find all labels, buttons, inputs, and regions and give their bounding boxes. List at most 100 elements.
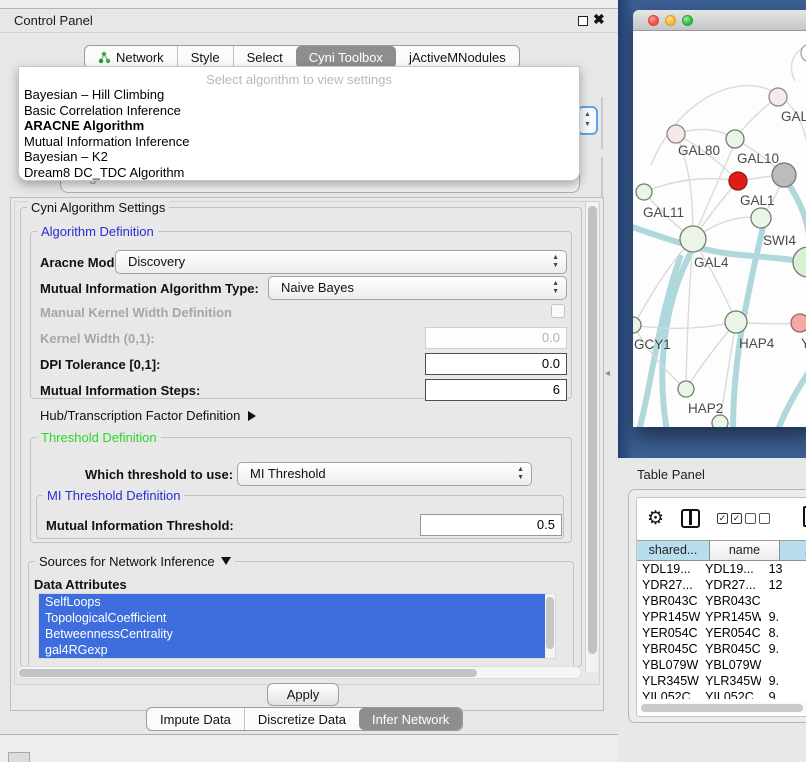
attribute-list-scrollbar[interactable] xyxy=(545,594,555,658)
cyni-algorithm-settings-title: Cyni Algorithm Settings xyxy=(27,200,169,215)
table-cell: YIL052C xyxy=(700,689,761,699)
table-row[interactable]: YDL19...YDL19...13 xyxy=(637,561,806,577)
control-panel-title: Control Panel xyxy=(14,13,93,28)
network-canvas[interactable]: GALGAL80GAL10GAL1GAL11SWI4GAL4GCY1HAP4YH… xyxy=(633,31,806,427)
network-node[interactable] xyxy=(678,381,694,397)
table-row[interactable]: YBR043CYBR043C xyxy=(637,593,806,609)
settings-horizontal-scrollbar[interactable] xyxy=(16,666,582,679)
window-zoom-icon[interactable] xyxy=(682,15,693,26)
checked-box-icon: ✓ xyxy=(717,513,728,524)
mi-type-label: Mutual Information Algorithm Type: xyxy=(40,281,259,296)
table-row[interactable]: YPR145WYPR145W9. xyxy=(637,609,806,625)
network-node[interactable] xyxy=(801,44,806,62)
desktop-background: GALGAL80GAL10GAL1GAL11SWI4GAL4GCY1HAP4YH… xyxy=(618,0,806,458)
split-columns-icon[interactable] xyxy=(681,509,700,528)
mi-steps-field[interactable]: 6 xyxy=(425,379,567,401)
table-cell: YBL079W xyxy=(637,657,700,673)
threshold-definition-title: Threshold Definition xyxy=(37,430,161,445)
dpi-tolerance-field[interactable]: 0.0 xyxy=(425,353,567,375)
aracne-mode-combo[interactable]: Discovery ▲▼ xyxy=(115,250,567,274)
table-row[interactable]: YBR045CYBR045C9. xyxy=(637,641,806,657)
scrollbar-thumb[interactable] xyxy=(641,704,803,712)
deselect-all-columns-button[interactable] xyxy=(745,513,770,524)
table-row[interactable]: YBL079WYBL079W xyxy=(637,657,806,673)
tab-cyni-toolbox[interactable]: Cyni Toolbox xyxy=(296,46,396,68)
algorithm-option[interactable]: Bayesian – Hill Climbing xyxy=(19,87,579,103)
algorithm-option[interactable]: Basic Correlation Inference xyxy=(19,103,579,119)
select-all-columns-button[interactable]: ✓ ✓ xyxy=(717,513,742,524)
kernel-width-field[interactable]: 0.0 xyxy=(425,327,567,349)
tab-select[interactable]: Select xyxy=(233,46,296,68)
attribute-list-item[interactable]: BetweennessCentrality xyxy=(39,626,555,642)
table-cell: YBR043C xyxy=(700,593,761,609)
split-pane-collapse-icon[interactable]: ◂ xyxy=(605,368,610,379)
mi-threshold-field[interactable]: 0.5 xyxy=(420,514,562,536)
network-node[interactable] xyxy=(636,184,652,200)
node-label: HAP2 xyxy=(688,401,723,416)
algorithm-option[interactable]: Bayesian – K2 xyxy=(19,149,579,165)
apply-button[interactable]: Apply xyxy=(267,683,339,706)
algorithm-option[interactable]: Dream8 DC_TDC Algorithm xyxy=(19,165,579,181)
table-cell: 9. xyxy=(761,673,806,689)
which-threshold-combo[interactable]: MI Threshold ▲▼ xyxy=(237,462,532,486)
network-node[interactable] xyxy=(667,125,685,143)
attribute-list-item[interactable]: TopologicalCoefficient xyxy=(39,610,555,626)
tab-discretize-data[interactable]: Discretize Data xyxy=(244,708,359,730)
groupbox-fragment xyxy=(601,157,603,197)
mi-type-combo[interactable]: Naive Bayes ▲▼ xyxy=(268,276,567,300)
scrollbar-thumb[interactable] xyxy=(588,206,597,654)
network-node[interactable] xyxy=(793,247,806,277)
dpi-tolerance-label: DPI Tolerance [0,1]: xyxy=(40,357,160,372)
network-node[interactable] xyxy=(726,130,744,148)
hub-definition-toggle[interactable]: Hub/Transcription Factor Definition xyxy=(40,408,256,423)
column-header[interactable]: shared... xyxy=(637,540,710,561)
table-row[interactable]: YIL052CYIL052C9. xyxy=(637,689,806,699)
tab-impute-data[interactable]: Impute Data xyxy=(147,708,244,730)
tab-jactivemnodules[interactable]: jActiveMNodules xyxy=(396,46,519,68)
tab-infer-network[interactable]: Infer Network xyxy=(359,708,462,730)
sources-group-title: Sources for Network Inference xyxy=(39,554,215,569)
table-horizontal-scrollbar[interactable] xyxy=(639,702,806,713)
network-window-titlebar[interactable] xyxy=(633,10,806,31)
table-cell: YDR27... xyxy=(700,577,761,593)
network-node[interactable] xyxy=(633,317,641,333)
column-header[interactable]: name xyxy=(710,540,780,561)
algorithm-combo-stepper[interactable]: ▲ ▼ xyxy=(577,106,598,135)
tab-network[interactable]: Network xyxy=(85,46,177,68)
network-node[interactable] xyxy=(729,172,747,190)
close-panel-icon[interactable]: ✖ xyxy=(593,11,605,28)
bottom-tabs: Impute DataDiscretize DataInfer Network xyxy=(146,707,463,731)
table-row[interactable]: YDR27...YDR27...12 xyxy=(637,577,806,593)
network-node[interactable] xyxy=(680,226,706,252)
network-node[interactable] xyxy=(769,88,787,106)
network-node[interactable] xyxy=(712,415,728,427)
window-close-icon[interactable] xyxy=(648,15,659,26)
scrollbar-thumb[interactable] xyxy=(19,669,477,677)
tab-style[interactable]: Style xyxy=(177,46,233,68)
table-row[interactable]: YER054CYER054C8. xyxy=(637,625,806,641)
algorithm-option[interactable]: ARACNE Algorithm xyxy=(19,118,579,134)
network-view-window[interactable]: GALGAL80GAL10GAL1GAL11SWI4GAL4GCY1HAP4YH… xyxy=(633,10,806,427)
scrollbar-thumb[interactable] xyxy=(546,597,554,649)
minimized-panel-icon[interactable] xyxy=(8,752,30,762)
attribute-list-item[interactable]: gal4RGexp xyxy=(39,642,555,658)
network-node[interactable] xyxy=(725,311,747,333)
attribute-list-item[interactable]: SelfLoops xyxy=(39,594,555,610)
gear-icon[interactable]: ⚙ xyxy=(647,507,664,530)
settings-vertical-scrollbar[interactable] xyxy=(585,202,598,672)
manual-kernel-checkbox[interactable] xyxy=(551,304,565,318)
table-row[interactable]: YLR345WYLR345W9. xyxy=(637,673,806,689)
collapsed-arrow-icon xyxy=(248,411,256,421)
mi-threshold-group-title: MI Threshold Definition xyxy=(43,488,184,503)
window-minimize-icon[interactable] xyxy=(665,15,676,26)
algorithm-dropdown-popup: Select algorithm to view settings Bayesi… xyxy=(18,66,580,181)
checked-box-icon: ✓ xyxy=(731,513,742,524)
sources-group-toggle[interactable]: Sources for Network Inference xyxy=(35,554,235,569)
network-node[interactable] xyxy=(791,314,806,332)
network-node[interactable] xyxy=(772,163,796,187)
float-panel-icon[interactable] xyxy=(578,16,588,26)
algorithm-option[interactable]: Mutual Information Inference xyxy=(19,134,579,150)
network-graph: GALGAL80GAL10GAL1GAL11SWI4GAL4GCY1HAP4YH… xyxy=(633,31,806,427)
column-header[interactable]: A xyxy=(780,540,806,561)
network-node[interactable] xyxy=(751,208,771,228)
